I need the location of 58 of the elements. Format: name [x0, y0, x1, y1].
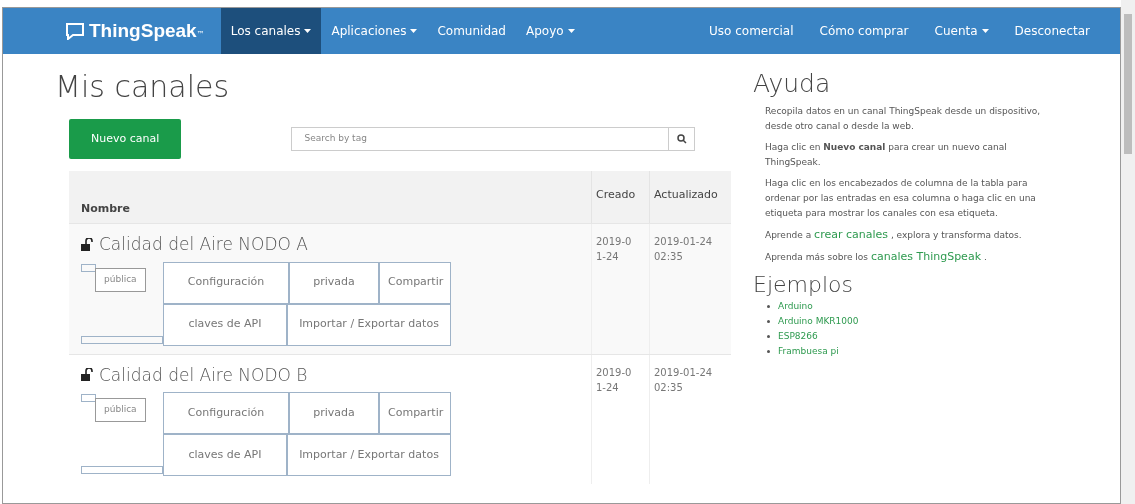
- help-link[interactable]: canales ThingSpeak: [870, 250, 981, 263]
- channel-action-button[interactable]: Compartir: [379, 261, 451, 304]
- example-link[interactable]: ESP8266: [778, 329, 818, 344]
- table-cell: 2019-0 1-24: [591, 354, 649, 484]
- help-paragraph: Recopila datos en un canal ThingSpeak desde un dispositivo, desde otro canal o desde la web.: [765, 105, 1042, 133]
- search-button[interactable]: [669, 127, 695, 151]
- channel-action-button[interactable]: Importar / Exportar datos: [287, 434, 451, 476]
- help-title: Ayuda: [753, 68, 832, 100]
- channel-action-button[interactable]: privada: [289, 392, 379, 434]
- channel-action-button[interactable]: Configuración: [163, 392, 289, 434]
- tag-link[interactable]: pública: [95, 267, 146, 292]
- new-channel-button[interactable]: Nuevo canal: [69, 119, 182, 159]
- nav-link[interactable]: Apoyo: [515, 8, 585, 54]
- unlocked-padlock-icon: [81, 237, 95, 252]
- search-field[interactable]: Search by tag: [291, 127, 669, 151]
- nav-link[interactable]: Aplicaciones: [321, 8, 428, 54]
- channel-name-link[interactable]: Calidad del Aire NODO A: [99, 232, 308, 258]
- nav-link[interactable]: Los canales: [220, 8, 322, 54]
- nav-link[interactable]: Desconectar: [1004, 8, 1100, 54]
- caret-icon: [304, 29, 312, 33]
- caret-icon: [981, 29, 989, 33]
- channel-action-button[interactable]: privada: [289, 261, 379, 304]
- table-cell: 2019-01-24 02:35: [649, 354, 731, 484]
- table-cell: 2019-0 1-24: [591, 224, 649, 354]
- chat-bubble-icon: [65, 22, 85, 40]
- channel-action-button[interactable]: Configuración: [163, 261, 289, 304]
- tag-link[interactable]: pública: [95, 398, 146, 422]
- channel-action-button[interactable]: claves de API: [163, 434, 287, 476]
- table-cell: 2019-01-24 02:35: [649, 224, 731, 354]
- help-paragraph: Haga clic en los encabezados de columna de la tabla para ordenar por las entradas en esa columna o haga clic en una etiqueta para mostrar los canales con esa etiqueta.: [765, 177, 1037, 220]
- brand-logo[interactable]: ThingSpeak: [89, 16, 197, 46]
- nav-link[interactable]: Uso comercial: [699, 8, 804, 54]
- bullet-icon: [767, 350, 770, 353]
- column-header[interactable]: Nombre: [69, 200, 591, 223]
- caret-icon: [567, 29, 575, 33]
- help-paragraph: Aprenda más sobre los canales ThingSpeak .: [765, 249, 988, 265]
- page-title: Mis canales: [55, 68, 231, 106]
- search-icon: [676, 134, 687, 144]
- example-link[interactable]: Arduino MKR1000: [778, 314, 859, 329]
- bullet-icon: [767, 305, 770, 308]
- unlocked-padlock-icon: [81, 368, 95, 383]
- channel-name-link[interactable]: Calidad del Aire NODO B: [99, 362, 308, 388]
- channel-action-button[interactable]: Importar / Exportar datos: [287, 303, 451, 346]
- caret-icon: [410, 29, 418, 33]
- nav-link[interactable]: Cuenta: [924, 8, 999, 54]
- channel-action-button[interactable]: Compartir: [379, 392, 451, 434]
- example-link[interactable]: Frambuesa pi: [778, 344, 839, 359]
- example-link[interactable]: Arduino: [778, 299, 813, 314]
- help-paragraph: Aprende a crear canales , explora y transforma datos.: [765, 227, 1023, 243]
- nav-link[interactable]: Cómo comprar: [809, 8, 919, 54]
- nav-link[interactable]: Comunidad: [427, 8, 516, 54]
- examples-title: Ejemplos: [753, 271, 854, 299]
- trademark: ™: [196, 29, 205, 39]
- channel-action-button[interactable]: claves de API: [163, 303, 287, 346]
- bullet-icon: [767, 320, 770, 323]
- help-paragraph: Haga clic en Nuevo canal para crear un nuevo canal ThingSpeak.: [765, 141, 1008, 169]
- help-link[interactable]: crear canales: [814, 228, 889, 241]
- bullet-icon: [767, 335, 770, 338]
